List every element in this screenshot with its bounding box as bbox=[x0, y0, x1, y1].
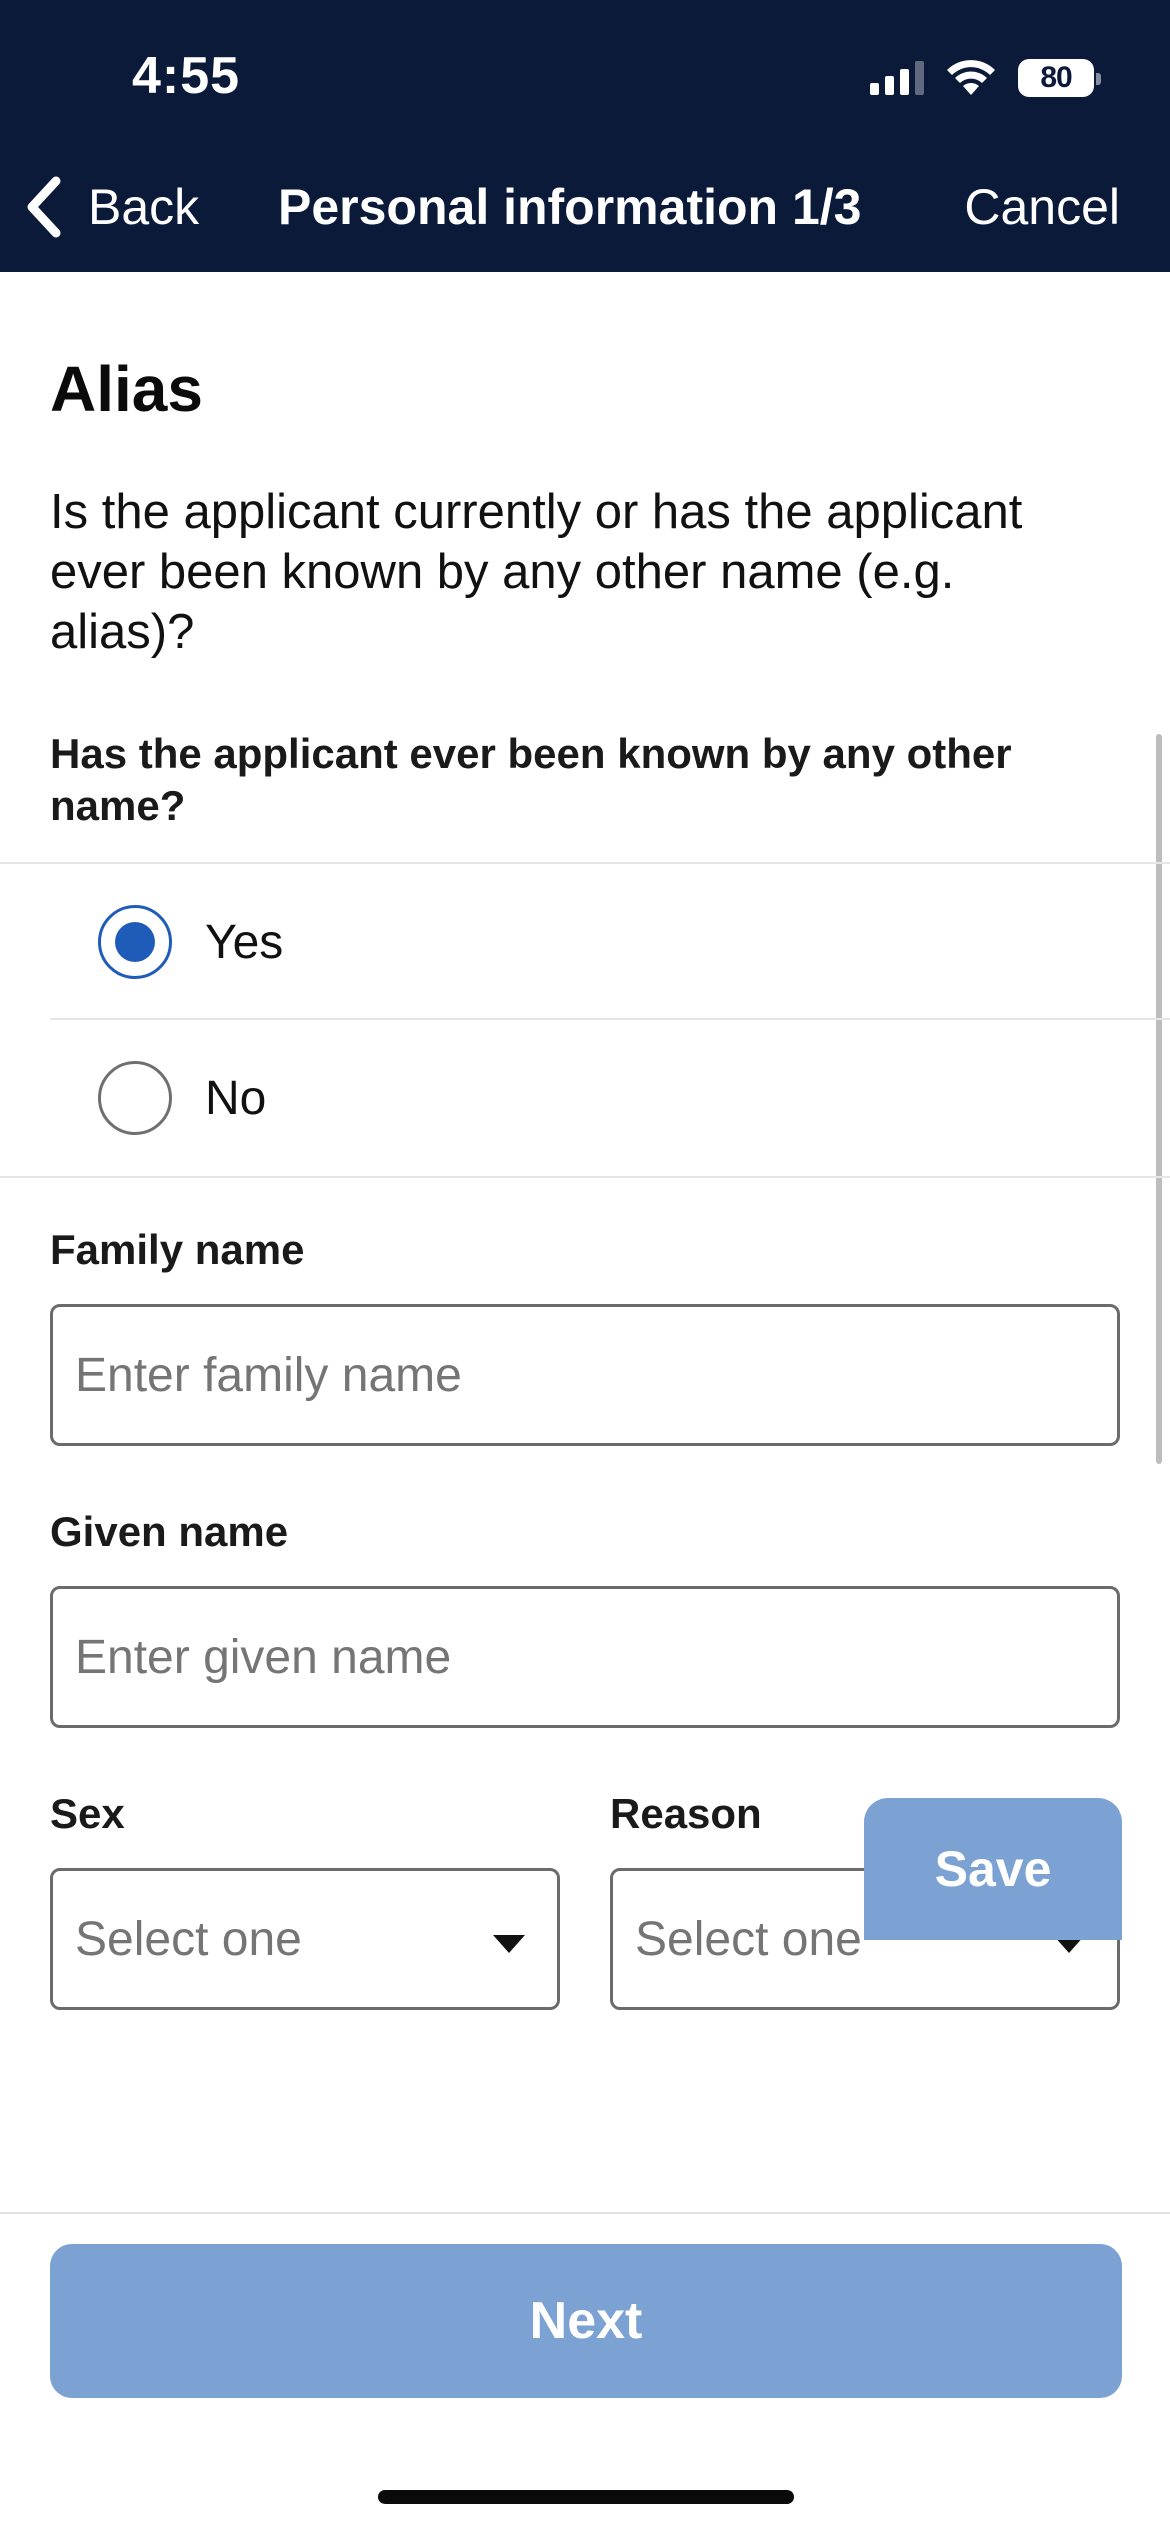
save-button[interactable]: Save bbox=[864, 1798, 1122, 1940]
sex-select-value: Select one bbox=[75, 1912, 302, 1966]
reason-select-value: Select one bbox=[635, 1912, 862, 1966]
page-title: Personal information 1/3 bbox=[278, 179, 862, 235]
status-time: 4:55 bbox=[132, 47, 241, 105]
sex-label: Sex bbox=[50, 1790, 125, 1837]
radio-button-unselected[interactable] bbox=[98, 1061, 172, 1135]
screen: 4:55 80 Back Personal information 1/3 Ca… bbox=[0, 0, 1170, 2532]
radio-button-selected[interactable] bbox=[98, 905, 172, 979]
status-icons: 80 bbox=[870, 56, 1101, 100]
radio-label-yes: Yes bbox=[205, 915, 284, 969]
given-name-input[interactable] bbox=[50, 1586, 1120, 1728]
sex-select[interactable]: Select one bbox=[50, 1868, 560, 2010]
cancel-button[interactable]: Cancel bbox=[964, 178, 1120, 236]
radio-option-yes[interactable]: Yes bbox=[0, 864, 1170, 1020]
radio-option-no[interactable]: No bbox=[0, 1020, 1170, 1176]
family-name-label: Family name bbox=[50, 1226, 305, 1273]
cellular-signal-icon bbox=[870, 61, 924, 95]
radio-label-no: No bbox=[205, 1071, 267, 1125]
chevron-left-icon bbox=[27, 176, 61, 238]
next-button[interactable]: Next bbox=[50, 2244, 1122, 2398]
battery-icon: 80 bbox=[1018, 59, 1101, 97]
back-button[interactable]: Back bbox=[24, 172, 199, 242]
wifi-icon bbox=[947, 60, 995, 95]
alias-question-label: Has the applicant ever been known by any… bbox=[50, 730, 1012, 829]
home-indicator[interactable] bbox=[378, 2490, 794, 2504]
battery-level: 80 bbox=[1040, 61, 1072, 94]
footer-divider bbox=[0, 2212, 1170, 2214]
header: 4:55 80 Back Personal information 1/3 Ca… bbox=[0, 0, 1170, 272]
section-title: Alias bbox=[50, 353, 203, 425]
dropdown-arrow-icon bbox=[493, 1935, 525, 1953]
back-label: Back bbox=[88, 179, 200, 235]
section-question: Is the applicant currently or has the ap… bbox=[50, 485, 1023, 659]
family-name-input[interactable] bbox=[50, 1304, 1120, 1446]
divider bbox=[0, 1176, 1170, 1178]
reason-label: Reason bbox=[610, 1790, 762, 1837]
given-name-label: Given name bbox=[50, 1508, 289, 1555]
